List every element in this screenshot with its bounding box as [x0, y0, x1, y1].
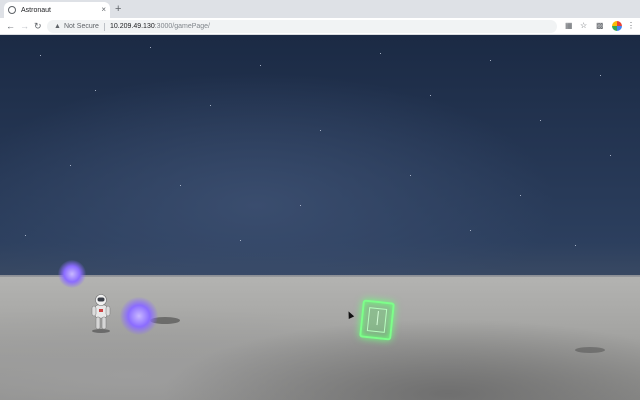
night-sky [0, 35, 640, 279]
new-tab-button[interactable]: + [115, 3, 121, 15]
globe-icon [8, 6, 16, 14]
url-path[interactable]: :3000/gamePage/ [155, 23, 210, 30]
close-icon[interactable]: × [101, 6, 106, 14]
security-label[interactable]: Not Secure [64, 23, 99, 30]
green-portal[interactable] [359, 299, 395, 341]
star-icon[interactable]: ☆ [580, 21, 587, 31]
address-bar[interactable]: ▲ Not Secure 10.209.49.130:3000/gamePage… [47, 20, 557, 33]
translate-icon[interactable]: ▦ [565, 21, 573, 31]
address-toolbar: ← → ↻ ▲ Not Secure 10.209.49.130:3000/ga… [0, 18, 640, 35]
energy-orb[interactable] [58, 260, 86, 288]
tab-strip: Astronaut × + [0, 0, 640, 18]
warning-icon[interactable]: ▲ [54, 23, 61, 30]
browser-tab[interactable]: Astronaut × [4, 2, 110, 18]
energy-orb[interactable] [120, 297, 158, 335]
game-canvas[interactable] [0, 35, 640, 400]
tab-title: Astronaut [21, 6, 51, 14]
more-icon[interactable]: ⋮ [627, 21, 635, 31]
back-icon[interactable]: ← [6, 21, 15, 31]
profile-avatar-icon[interactable] [612, 21, 622, 31]
divider [103, 22, 105, 31]
crater [575, 347, 605, 353]
forward-icon[interactable]: → [20, 21, 29, 31]
astronaut[interactable] [90, 293, 112, 333]
reload-icon[interactable]: ↻ [34, 21, 42, 31]
puzzle-icon[interactable]: ▩ [596, 21, 604, 31]
url-host[interactable]: 10.209.49.130 [110, 23, 155, 30]
